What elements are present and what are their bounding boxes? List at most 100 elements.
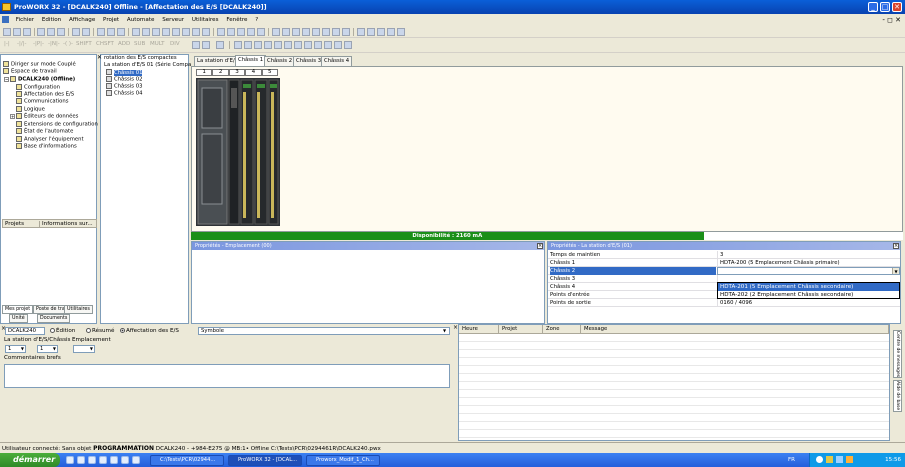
menu-fichier[interactable]: Fichier xyxy=(13,14,37,26)
network-icon[interactable] xyxy=(132,456,140,464)
prop-dropdown[interactable]: ▼ xyxy=(717,267,900,275)
close-icon[interactable]: × xyxy=(537,243,543,249)
first-icon[interactable] xyxy=(272,28,280,36)
menu-projet[interactable]: Projet xyxy=(100,14,122,26)
station-select[interactable]: 1 ▼ xyxy=(5,345,26,353)
dropdown-icon[interactable] xyxy=(387,28,395,36)
printer-icon[interactable] xyxy=(57,28,65,36)
close-panel-icon[interactable]: × xyxy=(453,324,458,331)
compare-icon[interactable] xyxy=(367,28,375,36)
col-projet[interactable]: Projet xyxy=(499,325,543,334)
ie-icon[interactable] xyxy=(66,456,74,464)
menu-serveur[interactable]: Serveur xyxy=(159,14,187,26)
tree-item-plc-status[interactable]: État de l'automate xyxy=(16,128,73,136)
menu-edition[interactable]: Edition xyxy=(39,14,64,26)
app-icon[interactable] xyxy=(110,456,118,464)
tree-item-communications[interactable]: Communications xyxy=(16,98,69,106)
info-column-header[interactable]: Informations sur... xyxy=(39,221,93,227)
block3-icon[interactable] xyxy=(216,41,224,49)
view-icon[interactable] xyxy=(284,41,292,49)
menu-utilitaires[interactable]: Utilitaires xyxy=(189,14,222,26)
ladder-icon[interactable] xyxy=(217,28,225,36)
network2-icon[interactable] xyxy=(334,41,342,49)
tab-my-projects[interactable]: Mes projet xyxy=(2,305,34,314)
proworx-icon[interactable] xyxy=(121,456,129,464)
projects-column-header[interactable]: Projets xyxy=(5,221,24,227)
tray-shield-icon[interactable] xyxy=(816,456,823,463)
mail-icon[interactable] xyxy=(99,456,107,464)
tab-chassis-1[interactable]: Châssis 1 xyxy=(235,55,267,66)
color-icon[interactable] xyxy=(294,41,302,49)
tree-item-data-editors[interactable]: + Éditeurs de données xyxy=(10,113,78,121)
mode-icon[interactable] xyxy=(254,41,262,49)
prev-icon[interactable] xyxy=(282,28,290,36)
chevron-down-icon[interactable]: ▼ xyxy=(892,268,899,274)
slot-number[interactable]: 2 xyxy=(212,69,229,76)
prop-row[interactable]: Points de sortie 0160 / 4096 xyxy=(548,299,900,307)
menu-affichage[interactable]: Affichage xyxy=(66,14,98,26)
step-icon[interactable] xyxy=(332,28,340,36)
chassis-rack-image[interactable] xyxy=(196,78,280,226)
tree-io-rotation[interactable]: rotation des E/S compactes xyxy=(104,55,177,62)
prop-row[interactable]: Temps de maintien 3 xyxy=(548,251,900,259)
run-icon[interactable] xyxy=(342,28,350,36)
redo-icon[interactable] xyxy=(82,28,90,36)
dropdown-option[interactable]: HDTA-202 (2 Emplacement Châssis secondai… xyxy=(718,291,899,299)
tool-chsft[interactable]: CHSFT xyxy=(96,39,114,49)
window-icon[interactable] xyxy=(324,41,332,49)
comment-textarea[interactable] xyxy=(4,364,450,388)
grid-icon[interactable] xyxy=(162,28,170,36)
tool-mult[interactable]: MULT xyxy=(150,39,164,49)
info-icon[interactable] xyxy=(202,28,210,36)
prop-value[interactable]: HDTA-200 (5 Emplacement Châssis primaire… xyxy=(717,259,900,267)
prop-value[interactable]: 0160 / 4096 xyxy=(717,299,900,307)
prop-value[interactable]: 3 xyxy=(717,251,900,259)
home-icon[interactable] xyxy=(192,28,200,36)
language-indicator[interactable]: FR xyxy=(788,455,795,465)
slot-select[interactable]: ▼ xyxy=(73,345,95,353)
slot-number[interactable]: 5 xyxy=(261,69,279,76)
tab-utilities[interactable]: Utilitaires xyxy=(64,305,93,314)
network-icon[interactable] xyxy=(237,28,245,36)
task-document[interactable]: Proworx_Modif_1_Ch... xyxy=(306,455,380,466)
close-panel-icon[interactable]: ✕ xyxy=(97,54,102,61)
tool-contact-no[interactable]: |-| xyxy=(4,39,10,49)
tree-item-info-base[interactable]: Base d'informations xyxy=(16,143,77,151)
tool-div[interactable]: DIV xyxy=(170,39,180,49)
preview-icon[interactable] xyxy=(47,28,55,36)
tool-contact-p[interactable]: -|P|- xyxy=(33,39,44,49)
zoom-in-icon[interactable] xyxy=(172,28,180,36)
desktop-icon[interactable] xyxy=(77,456,85,464)
replace-icon[interactable] xyxy=(142,28,150,36)
symbol-field[interactable]: Symbole xyxy=(198,327,450,335)
radio-edition[interactable]: Édition xyxy=(50,327,75,335)
clock[interactable]: 15:56 xyxy=(885,457,901,463)
prop-row[interactable]: Châssis 1 HDTA-200 (5 Emplacement Châssis… xyxy=(548,259,900,267)
last-icon[interactable] xyxy=(302,28,310,36)
col-heure[interactable]: Heure xyxy=(459,325,499,334)
radio-io-mapping[interactable]: Affectation des E/S xyxy=(120,327,179,335)
close-icon[interactable]: × xyxy=(893,243,899,249)
open-icon[interactable] xyxy=(13,28,21,36)
chart-icon[interactable] xyxy=(247,28,255,36)
pause-icon[interactable] xyxy=(312,28,320,36)
tab-message-center[interactable]: Centre de messages xyxy=(893,330,902,378)
tool-sub[interactable]: SUB xyxy=(134,39,145,49)
plc-icon[interactable] xyxy=(357,28,365,36)
col-zone[interactable]: Zone xyxy=(543,325,581,334)
maximize-button[interactable]: □ xyxy=(880,2,890,12)
chevron-down-icon[interactable]: ▼ xyxy=(443,327,446,335)
device-select[interactable]: DCALK240 xyxy=(5,327,45,335)
slot-number[interactable]: 4 xyxy=(245,69,262,76)
zoom-out-icon[interactable] xyxy=(182,28,190,36)
mdi-window-controls[interactable]: - ◻ ✕ xyxy=(882,14,901,26)
chassis-select[interactable]: 1 ▼ xyxy=(37,345,58,353)
start-button[interactable]: démarrer xyxy=(0,453,60,467)
save-icon[interactable] xyxy=(23,28,31,36)
tree-chassis-04[interactable]: Châssis 04 xyxy=(106,90,142,98)
task-explorer[interactable]: C:\Tests\PCR\02944... xyxy=(150,455,224,466)
next-icon[interactable] xyxy=(292,28,300,36)
tools-icon[interactable] xyxy=(397,28,405,36)
transfer-icon[interactable] xyxy=(377,28,385,36)
tool-coil[interactable]: -( )- xyxy=(63,39,73,49)
